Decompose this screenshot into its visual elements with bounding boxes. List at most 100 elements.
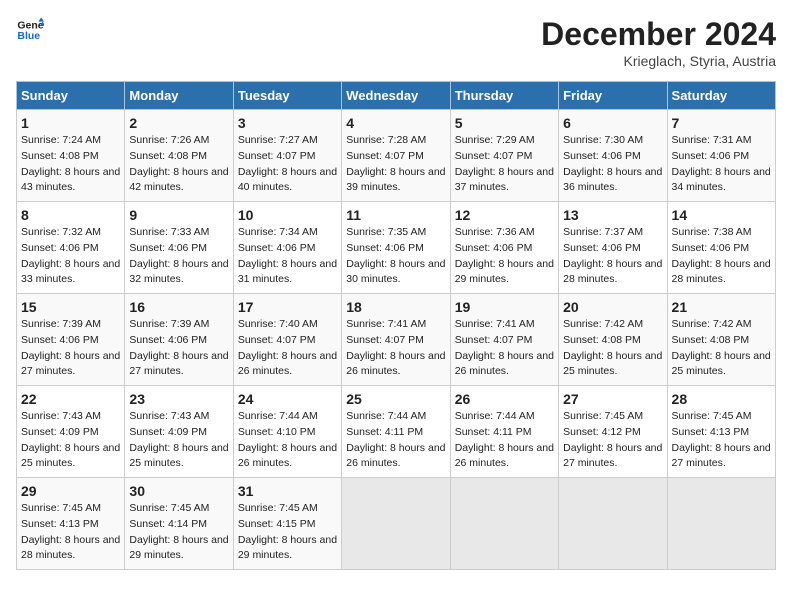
day-number: 18	[346, 299, 445, 315]
location-subtitle: Krieglach, Styria, Austria	[541, 53, 776, 69]
day-number: 3	[238, 115, 337, 131]
day-number: 27	[563, 391, 662, 407]
day-number: 5	[455, 115, 554, 131]
day-header-wednesday: Wednesday	[342, 82, 450, 110]
calendar-cell: 1 Sunrise: 7:24 AMSunset: 4:08 PMDaylight…	[17, 110, 125, 202]
day-info: Sunrise: 7:34 AMSunset: 4:06 PMDaylight:…	[238, 225, 337, 288]
calendar-cell: 23 Sunrise: 7:43 AMSunset: 4:09 PMDayligh…	[125, 386, 233, 478]
day-number: 2	[129, 115, 228, 131]
day-info: Sunrise: 7:37 AMSunset: 4:06 PMDaylight:…	[563, 225, 662, 288]
week-row-2: 8 Sunrise: 7:32 AMSunset: 4:06 PMDaylight…	[17, 202, 776, 294]
day-number: 30	[129, 483, 228, 499]
day-header-friday: Friday	[559, 82, 667, 110]
calendar-cell: 8 Sunrise: 7:32 AMSunset: 4:06 PMDaylight…	[17, 202, 125, 294]
day-info: Sunrise: 7:27 AMSunset: 4:07 PMDaylight:…	[238, 133, 337, 196]
calendar-cell: 26Sunrise: 7:44 AMSunset: 4:11 PMDayligh…	[450, 386, 558, 478]
calendar-cell: 12 Sunrise: 7:36 AMSunset: 4:06 PMDayligh…	[450, 202, 558, 294]
calendar-cell: 27 Sunrise: 7:45 AMSunset: 4:12 PMDayligh…	[559, 386, 667, 478]
day-number: 4	[346, 115, 445, 131]
day-info: Sunrise: 7:35 AMSunset: 4:06 PMDaylight:…	[346, 225, 445, 288]
calendar-cell: 19 Sunrise: 7:41 AMSunset: 4:07 PMDayligh…	[450, 294, 558, 386]
day-number: 6	[563, 115, 662, 131]
day-header-saturday: Saturday	[667, 82, 775, 110]
week-row-3: 15Sunrise: 7:39 AMSunset: 4:06 PMDayligh…	[17, 294, 776, 386]
logo: General Blue	[16, 16, 44, 44]
day-info: Sunrise: 7:28 AMSunset: 4:07 PMDaylight:…	[346, 133, 445, 196]
day-info: Sunrise: 7:39 AMSunset: 4:06 PMDaylight:…	[21, 317, 120, 380]
day-number: 10	[238, 207, 337, 223]
day-info: Sunrise: 7:41 AMSunset: 4:07 PMDaylight:…	[455, 317, 554, 380]
day-info: Sunrise: 7:39 AMSunset: 4:06 PMDaylight:…	[129, 317, 228, 380]
calendar-cell: 18 Sunrise: 7:41 AMSunset: 4:07 PMDayligh…	[342, 294, 450, 386]
day-header-monday: Monday	[125, 82, 233, 110]
calendar-cell: 30 Sunrise: 7:45 AMSunset: 4:14 PMDayligh…	[125, 478, 233, 570]
day-number: 8	[21, 207, 120, 223]
day-info: Sunrise: 7:32 AMSunset: 4:06 PMDaylight:…	[21, 225, 120, 288]
day-number: 23	[129, 391, 228, 407]
calendar-cell: 6 Sunrise: 7:30 AMSunset: 4:06 PMDaylight…	[559, 110, 667, 202]
day-number: 13	[563, 207, 662, 223]
title-block: December 2024 Krieglach, Styria, Austria	[541, 16, 776, 69]
day-info: Sunrise: 7:33 AMSunset: 4:06 PMDaylight:…	[129, 225, 228, 288]
day-info: Sunrise: 7:45 AMSunset: 4:13 PMDaylight:…	[21, 501, 120, 564]
day-info: Sunrise: 7:29 AMSunset: 4:07 PMDaylight:…	[455, 133, 554, 196]
day-number: 19	[455, 299, 554, 315]
day-info: Sunrise: 7:43 AMSunset: 4:09 PMDaylight:…	[129, 409, 228, 472]
calendar-cell	[559, 478, 667, 570]
day-number: 9	[129, 207, 228, 223]
calendar-cell	[667, 478, 775, 570]
calendar-cell: 24Sunrise: 7:44 AMSunset: 4:10 PMDayligh…	[233, 386, 341, 478]
calendar-cell: 25Sunrise: 7:44 AMSunset: 4:11 PMDayligh…	[342, 386, 450, 478]
calendar-cell: 15Sunrise: 7:39 AMSunset: 4:06 PMDayligh…	[17, 294, 125, 386]
day-info: Sunrise: 7:30 AMSunset: 4:06 PMDaylight:…	[563, 133, 662, 196]
day-number: 12	[455, 207, 554, 223]
calendar-cell: 13 Sunrise: 7:37 AMSunset: 4:06 PMDayligh…	[559, 202, 667, 294]
day-info: Sunrise: 7:40 AMSunset: 4:07 PMDaylight:…	[238, 317, 337, 380]
calendar-cell	[450, 478, 558, 570]
day-info: Sunrise: 7:43 AMSunset: 4:09 PMDaylight:…	[21, 409, 120, 472]
calendar-cell: 14 Sunrise: 7:38 AMSunset: 4:06 PMDayligh…	[667, 202, 775, 294]
calendar-cell	[342, 478, 450, 570]
calendar-cell: 10 Sunrise: 7:34 AMSunset: 4:06 PMDayligh…	[233, 202, 341, 294]
calendar-cell: 28Sunrise: 7:45 AMSunset: 4:13 PMDayligh…	[667, 386, 775, 478]
calendar-cell: 31 Sunrise: 7:45 AMSunset: 4:15 PMDayligh…	[233, 478, 341, 570]
calendar-cell: 16Sunrise: 7:39 AMSunset: 4:06 PMDayligh…	[125, 294, 233, 386]
day-info: Sunrise: 7:24 AMSunset: 4:08 PMDaylight:…	[21, 133, 120, 196]
day-header-thursday: Thursday	[450, 82, 558, 110]
day-number: 20	[563, 299, 662, 315]
week-row-4: 22 Sunrise: 7:43 AMSunset: 4:09 PMDayligh…	[17, 386, 776, 478]
day-info: Sunrise: 7:45 AMSunset: 4:13 PMDaylight:…	[672, 409, 771, 472]
day-info: Sunrise: 7:45 AMSunset: 4:14 PMDaylight:…	[129, 501, 228, 564]
day-info: Sunrise: 7:42 AMSunset: 4:08 PMDaylight:…	[672, 317, 771, 380]
day-number: 11	[346, 207, 445, 223]
calendar-cell: 3 Sunrise: 7:27 AMSunset: 4:07 PMDaylight…	[233, 110, 341, 202]
day-number: 1	[21, 115, 120, 131]
day-header-sunday: Sunday	[17, 82, 125, 110]
month-title: December 2024	[541, 16, 776, 53]
calendar-cell: 11 Sunrise: 7:35 AMSunset: 4:06 PMDayligh…	[342, 202, 450, 294]
day-header-tuesday: Tuesday	[233, 82, 341, 110]
day-info: Sunrise: 7:41 AMSunset: 4:07 PMDaylight:…	[346, 317, 445, 380]
logo-icon: General Blue	[16, 16, 44, 44]
day-number: 31	[238, 483, 337, 499]
week-row-5: 29 Sunrise: 7:45 AMSunset: 4:13 PMDayligh…	[17, 478, 776, 570]
calendar-cell: 4 Sunrise: 7:28 AMSunset: 4:07 PMDaylight…	[342, 110, 450, 202]
day-info: Sunrise: 7:45 AMSunset: 4:12 PMDaylight:…	[563, 409, 662, 472]
calendar-cell: 9 Sunrise: 7:33 AMSunset: 4:06 PMDaylight…	[125, 202, 233, 294]
day-info: Sunrise: 7:45 AMSunset: 4:15 PMDaylight:…	[238, 501, 337, 564]
day-info: Sunrise: 7:26 AMSunset: 4:08 PMDaylight:…	[129, 133, 228, 196]
calendar-cell: 5 Sunrise: 7:29 AMSunset: 4:07 PMDaylight…	[450, 110, 558, 202]
day-number: 22	[21, 391, 120, 407]
day-number: 26	[455, 391, 554, 407]
day-number: 29	[21, 483, 120, 499]
day-info: Sunrise: 7:38 AMSunset: 4:06 PMDaylight:…	[672, 225, 771, 288]
day-info: Sunrise: 7:36 AMSunset: 4:06 PMDaylight:…	[455, 225, 554, 288]
day-number: 14	[672, 207, 771, 223]
day-info: Sunrise: 7:31 AMSunset: 4:06 PMDaylight:…	[672, 133, 771, 196]
calendar-cell: 29 Sunrise: 7:45 AMSunset: 4:13 PMDayligh…	[17, 478, 125, 570]
calendar-cell: 20 Sunrise: 7:42 AMSunset: 4:08 PMDayligh…	[559, 294, 667, 386]
day-info: Sunrise: 7:42 AMSunset: 4:08 PMDaylight:…	[563, 317, 662, 380]
week-row-1: 1 Sunrise: 7:24 AMSunset: 4:08 PMDaylight…	[17, 110, 776, 202]
calendar-cell: 2 Sunrise: 7:26 AMSunset: 4:08 PMDaylight…	[125, 110, 233, 202]
day-number: 21	[672, 299, 771, 315]
